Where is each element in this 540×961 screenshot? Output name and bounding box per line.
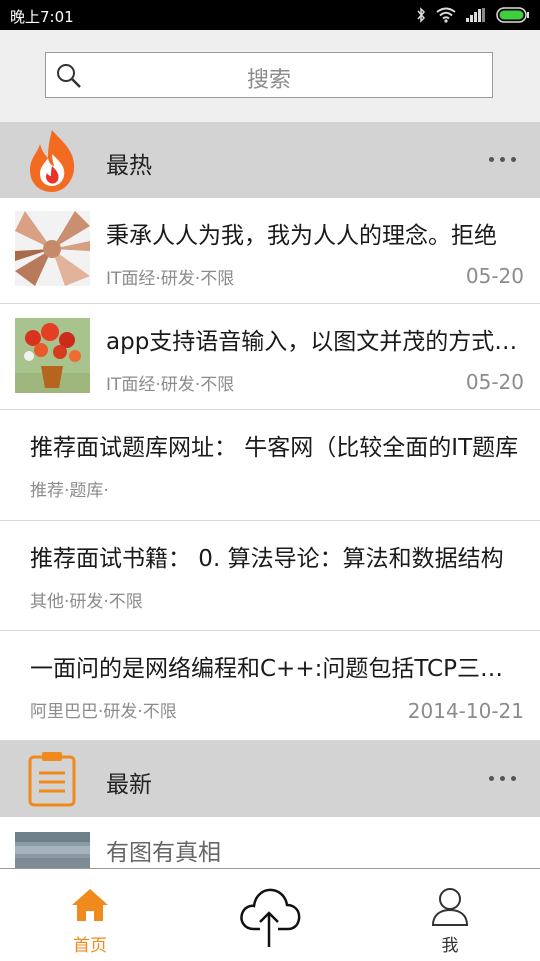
item-date: 2014-10-21 [407,699,524,723]
item-date: 05-20 [465,264,524,288]
item-title: 推荐面试题库网址： 牛客网（比较全面的IT题库 [30,435,519,461]
list-item[interactable]: 推荐面试题库网址： 牛客网（比较全面的IT题库 推荐·题库· [0,410,540,521]
item-meta: 推荐·题库· [30,481,109,501]
wifi-icon [436,7,456,23]
item-title: 一面问的是网络编程和C++:问题包括TCP三次握手 [30,656,504,682]
status-bar: 晚上7:01 [0,0,540,30]
item-date: 05-20 [465,370,524,394]
signal-icon [466,8,485,22]
item-meta: IT面经·研发·不限 [106,375,235,395]
item-title: app支持语音输入，以图文并茂的方式展示 [106,329,518,355]
tab-me-label: 我 [441,936,459,956]
home-icon [72,889,108,921]
list-item[interactable]: 一面问的是网络编程和C++:问题包括TCP三次握手 阿里巴巴·研发·不限 201… [0,631,540,741]
clipboard-icon [28,752,76,807]
item-title: 有图有真相 [106,840,221,866]
bottom-nav: 首页 我 [0,868,540,960]
cloud-upload-icon [240,888,301,947]
thumbnail-flowers [15,318,90,393]
section-header-hot: 最热 [0,122,540,198]
item-meta: IT面经·研发·不限 [106,269,235,289]
flame-icon [30,130,75,192]
search-input[interactable]: 搜索 [45,52,493,98]
bluetooth-icon [417,7,426,23]
user-icon [431,888,469,926]
battery-icon [496,7,529,23]
tab-upload[interactable] [180,869,360,961]
search-area: 搜索 [0,30,540,122]
status-time: 晚上7:01 [10,8,74,26]
tab-me[interactable]: 我 [360,869,540,961]
tab-home[interactable]: 首页 [0,869,180,961]
search-placeholder: 搜索 [246,68,291,93]
section-title-new: 最新 [106,772,152,798]
item-title: 推荐面试书籍： 0. 算法导论：算法和数据结构 [30,546,504,572]
item-meta: 阿里巴巴·研发·不限 [30,702,177,722]
more-icon[interactable] [489,156,517,164]
list-item[interactable]: 推荐面试书籍： 0. 算法导论：算法和数据结构 其他·研发·不限 [0,521,540,631]
section-header-new: 最新 [0,741,540,817]
section-title-hot: 最热 [106,153,152,179]
list-item[interactable]: app支持语音输入，以图文并茂的方式展示 IT面经·研发·不限 05-20 [0,304,540,410]
more-icon[interactable] [489,775,517,783]
list-item[interactable]: 有图有真相 [0,817,540,868]
thumbnail-photo [15,832,90,868]
status-icons [416,6,530,24]
thumbnail-hands [15,211,90,286]
tab-home-label: 首页 [73,936,107,956]
item-meta: 其他·研发·不限 [30,592,143,612]
list-item[interactable]: 秉承人人为我，我为人人的理念。拒绝 IT面经·研发·不限 05-20 [0,198,540,304]
item-title: 秉承人人为我，我为人人的理念。拒绝 [106,223,497,249]
